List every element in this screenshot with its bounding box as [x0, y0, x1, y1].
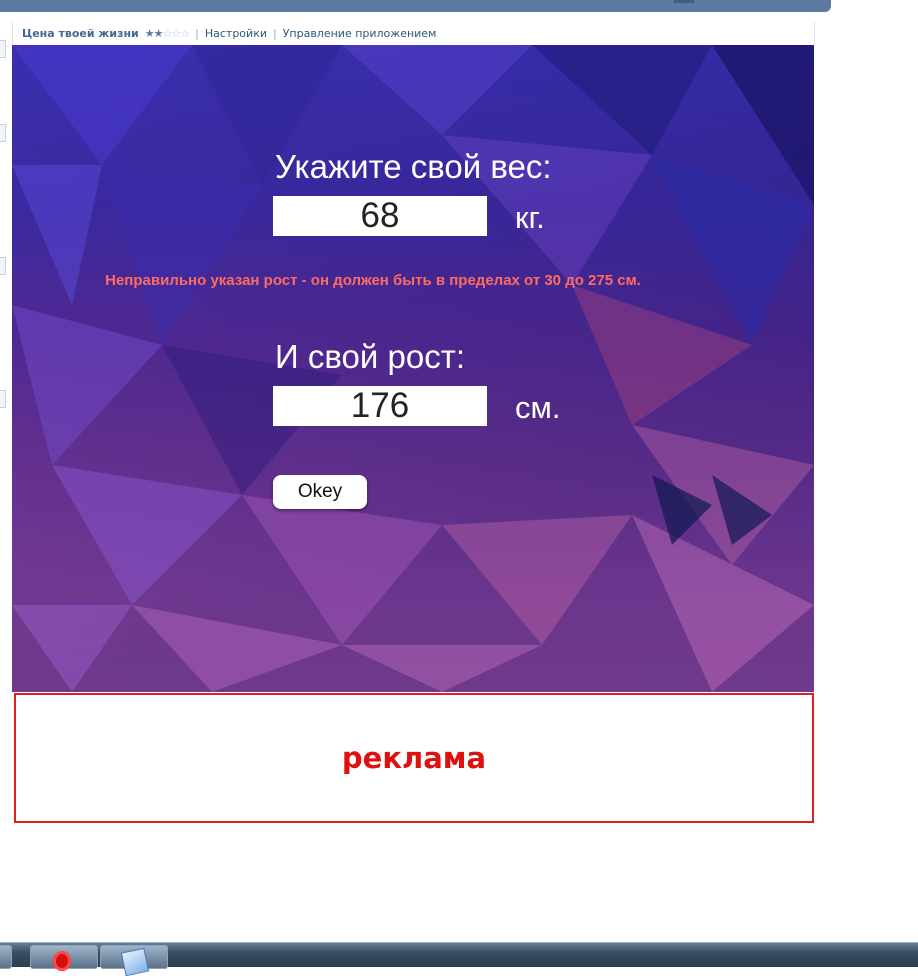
rating-stars: ★★☆☆☆	[144, 26, 190, 40]
manage-app-link[interactable]: Управление приложением	[283, 27, 437, 40]
left-side-rail	[0, 14, 8, 484]
separator: |	[272, 26, 277, 40]
topbar-handle	[674, 0, 694, 3]
settings-link[interactable]: Настройки	[205, 27, 267, 40]
weight-unit: кг.	[515, 200, 545, 235]
okey-button[interactable]: Okey	[273, 475, 367, 509]
app-frame: Укажите свой вес: кг. Неправильно указан…	[12, 45, 814, 692]
browser-top-bar	[0, 0, 831, 12]
height-label: И свой рост:	[275, 338, 465, 375]
notepad-icon	[120, 947, 150, 976]
height-error-message: Неправильно указан рост - он должен быть…	[105, 272, 641, 289]
weight-label: Укажите свой вес:	[275, 148, 552, 185]
opera-browser-icon	[53, 951, 71, 971]
ad-label: реклама	[341, 741, 487, 775]
rail-tab[interactable]	[0, 390, 6, 408]
rail-tab[interactable]	[0, 124, 6, 142]
app-header: Цена твоей жизни ★★☆☆☆ | Настройки | Упр…	[12, 22, 815, 44]
rail-tab[interactable]	[0, 257, 6, 275]
os-taskbar	[0, 942, 918, 976]
height-unit: см.	[515, 390, 561, 425]
rail-tab[interactable]	[0, 40, 6, 58]
app-title[interactable]: Цена твоей жизни	[22, 27, 139, 40]
taskbar-notepad-button[interactable]	[100, 945, 168, 976]
taskbar-opera-button[interactable]	[30, 945, 98, 971]
taskbar-start-edge[interactable]	[0, 945, 12, 969]
height-input[interactable]	[273, 386, 487, 426]
separator: |	[195, 26, 199, 40]
ad-placeholder[interactable]: реклама	[14, 693, 814, 823]
weight-input[interactable]	[273, 196, 487, 236]
